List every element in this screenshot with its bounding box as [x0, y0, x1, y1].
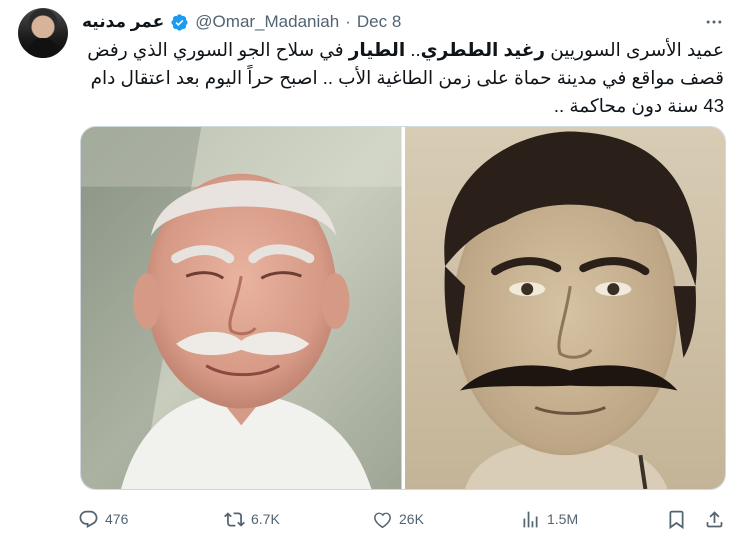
elderly-man-photo[interactable]	[81, 127, 402, 489]
share-icon	[706, 510, 723, 527]
tweet-text: عميد الأسرى السوريين رغيد الططري.. الطيا…	[82, 36, 724, 120]
views-button[interactable]: 1.5M	[520, 509, 578, 530]
reply-icon	[79, 510, 98, 528]
young-man-archive-photo[interactable]	[404, 127, 725, 489]
bookmark-icon	[669, 510, 684, 529]
avatar[interactable]	[18, 8, 68, 58]
display-name[interactable]: عمر مدنيه	[82, 12, 164, 32]
user-handle[interactable]: @Omar_Madaniah	[195, 12, 339, 32]
share-button[interactable]	[704, 509, 725, 530]
like-button[interactable]: 26K	[372, 509, 424, 530]
verified-badge-icon	[171, 13, 188, 31]
reply-count: 476	[105, 511, 129, 527]
heart-icon	[374, 512, 391, 528]
tweet-card[interactable]: عمر مدنيه @Omar_Madaniah · Dec 8 عميد ال…	[0, 0, 748, 557]
tweet-date[interactable]: Dec 8	[357, 12, 401, 32]
retweet-icon	[224, 511, 245, 527]
media-grid	[80, 126, 726, 490]
views-count: 1.5M	[547, 511, 579, 527]
tweet-text-bold-pilot: الطيار	[348, 39, 406, 60]
views-icon	[523, 511, 538, 527]
retweet-button[interactable]: 6.7K	[224, 509, 280, 530]
separator-dot: ·	[345, 12, 351, 31]
tweet-text-part: ..	[405, 39, 421, 60]
like-count: 26K	[399, 511, 424, 527]
reply-button[interactable]: 476	[78, 509, 128, 530]
action-bar: 476 6.7K 26K 1.5M	[76, 506, 732, 532]
more-icon[interactable]	[702, 10, 726, 34]
tweet-text-part: عميد الأسرى السوريين	[545, 39, 724, 60]
retweet-count: 6.7K	[251, 511, 280, 527]
bookmark-button[interactable]	[666, 509, 687, 530]
tweet-header: عمر مدنيه @Omar_Madaniah · Dec 8	[82, 10, 401, 34]
tweet-text-bold-name: رغيد الططري	[420, 39, 546, 60]
